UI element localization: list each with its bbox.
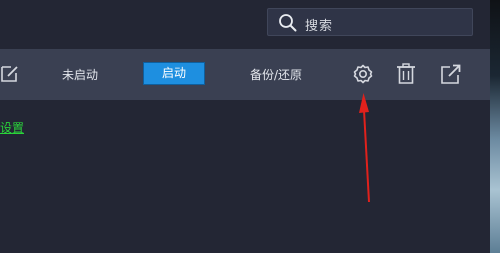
not-started-tab[interactable]: 未启动 [62, 66, 98, 83]
trash-icon[interactable] [396, 63, 416, 85]
top-bar: 搜索 [0, 0, 490, 48]
backup-restore-tab[interactable]: 备份/还原 [250, 66, 302, 83]
search-placeholder: 搜索 [305, 19, 334, 34]
content-area: 设置 [0, 100, 490, 253]
edit-icon[interactable] [0, 64, 20, 84]
background-edge [490, 0, 500, 253]
start-button[interactable]: 启动 [143, 62, 205, 85]
gear-icon[interactable] [352, 63, 374, 85]
search-box[interactable]: 搜索 [267, 8, 473, 36]
search-icon [279, 14, 297, 32]
settings-link[interactable]: 设置 [0, 119, 24, 136]
toolbar: 未启动 启动 备份/还原 [0, 49, 490, 100]
share-icon[interactable] [440, 63, 462, 85]
